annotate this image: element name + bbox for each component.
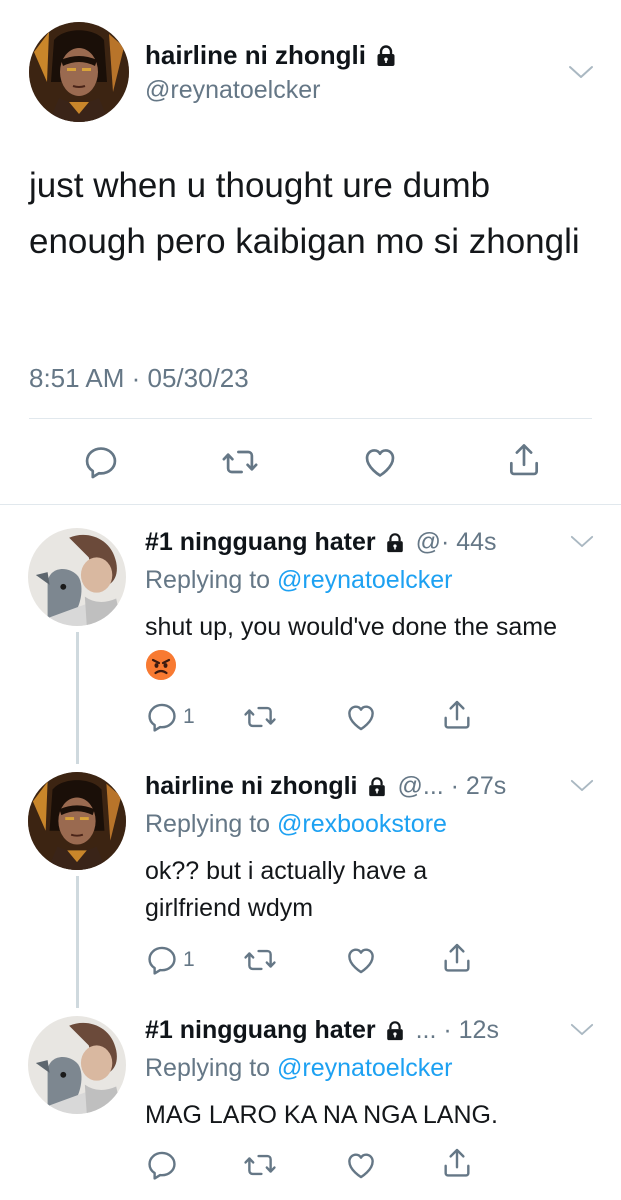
replying-to-link[interactable]: @rexbookstore [277, 810, 447, 838]
divider [29, 418, 592, 419]
retweet-icon [243, 700, 277, 734]
like-icon [344, 943, 378, 977]
retweet-button[interactable] [243, 943, 277, 977]
reply-count: 1 [183, 948, 195, 971]
retweet-button[interactable] [221, 443, 259, 481]
lock-icon [374, 44, 398, 68]
reply-author-name[interactable]: #1 ningguang hater [145, 1016, 376, 1045]
replying-to-link[interactable]: @reynatoelcker [277, 1054, 452, 1082]
replying-to: Replying to @reynatoelcker [145, 1054, 452, 1083]
thread-line [76, 876, 79, 1008]
reply-author[interactable]: #1 ningguang hater ... · 12s [145, 1016, 499, 1045]
replying-to: Replying to @rexbookstore [145, 810, 447, 839]
reply-button[interactable] [145, 1148, 183, 1182]
share-button[interactable] [440, 698, 474, 732]
share-icon [440, 698, 474, 732]
reply-author-name[interactable]: #1 ningguang hater [145, 528, 376, 557]
lock-icon [384, 1020, 406, 1042]
replying-to-label: Replying to [145, 1054, 278, 1082]
replying-to-label: Replying to [145, 566, 278, 594]
reply-button[interactable]: 1 [145, 943, 195, 977]
reply-button[interactable] [82, 443, 120, 481]
share-icon [505, 441, 543, 479]
angry-face-emoji [146, 650, 176, 681]
author-name[interactable]: hairline ni zhongli [145, 40, 398, 71]
retweet-icon [243, 943, 277, 977]
reply-text: MAG LARO KA NA NGA LANG. [145, 1101, 498, 1129]
like-button[interactable] [344, 1148, 378, 1182]
tweet-timestamp[interactable]: 8:51 AM · 05/30/23 [29, 363, 249, 394]
avatar[interactable] [28, 1016, 126, 1114]
retweet-button[interactable] [243, 1148, 277, 1182]
reply-button[interactable]: 1 [145, 700, 195, 734]
reply-text: ok?? but i actually have a girlfriend wd… [145, 857, 428, 922]
chevron-down-icon[interactable] [568, 64, 594, 80]
share-icon [440, 941, 474, 975]
reply-text-content: shut up, you would've done the same [145, 613, 557, 641]
tweet-text: just when u thought ure dumb enough pero… [29, 166, 580, 261]
like-icon [344, 1148, 378, 1182]
reply-meta: ... · 12s [415, 1016, 499, 1044]
reply-author[interactable]: hairline ni zhongli @... · 27s [145, 772, 506, 801]
chevron-down-icon[interactable] [570, 778, 596, 794]
like-button[interactable] [344, 943, 378, 977]
reply-icon [145, 943, 179, 977]
author-display-name[interactable]: hairline ni zhongli [145, 40, 366, 71]
reply-text: shut up, you would've done the same [145, 609, 585, 683]
share-button[interactable] [505, 441, 543, 479]
main-tweet[interactable]: hairline ni zhongli @reynatoelcker just … [0, 0, 621, 505]
like-button[interactable] [344, 700, 378, 734]
reply-icon [145, 700, 179, 734]
reply-meta: @... · 27s [397, 772, 507, 800]
reply-icon [82, 443, 120, 481]
replying-to: Replying to @reynatoelcker [145, 566, 452, 595]
chevron-down-icon[interactable] [570, 534, 596, 550]
retweet-icon [243, 1148, 277, 1182]
like-icon [344, 700, 378, 734]
avatar[interactable] [28, 772, 126, 870]
retweet-button[interactable] [243, 700, 277, 734]
share-button[interactable] [440, 1146, 474, 1180]
author-handle[interactable]: @reynatoelcker [145, 76, 320, 105]
chevron-down-icon[interactable] [570, 1022, 596, 1038]
thread-line [76, 632, 79, 764]
replying-to-label: Replying to [145, 810, 278, 838]
retweet-icon [221, 443, 259, 481]
reply-author-name[interactable]: hairline ni zhongli [145, 772, 358, 801]
like-icon [361, 443, 399, 481]
reply-icon [145, 1148, 179, 1182]
reply-author[interactable]: #1 ningguang hater @· 44s [145, 528, 497, 557]
reply-count: 1 [183, 705, 195, 728]
lock-icon [384, 532, 406, 554]
reply-meta: @· 44s [415, 528, 497, 556]
avatar[interactable] [28, 528, 126, 626]
like-button[interactable] [361, 443, 399, 481]
avatar[interactable] [29, 22, 129, 122]
share-icon [440, 1146, 474, 1180]
share-button[interactable] [440, 941, 474, 975]
replying-to-link[interactable]: @reynatoelcker [277, 566, 452, 594]
lock-icon [366, 776, 388, 798]
